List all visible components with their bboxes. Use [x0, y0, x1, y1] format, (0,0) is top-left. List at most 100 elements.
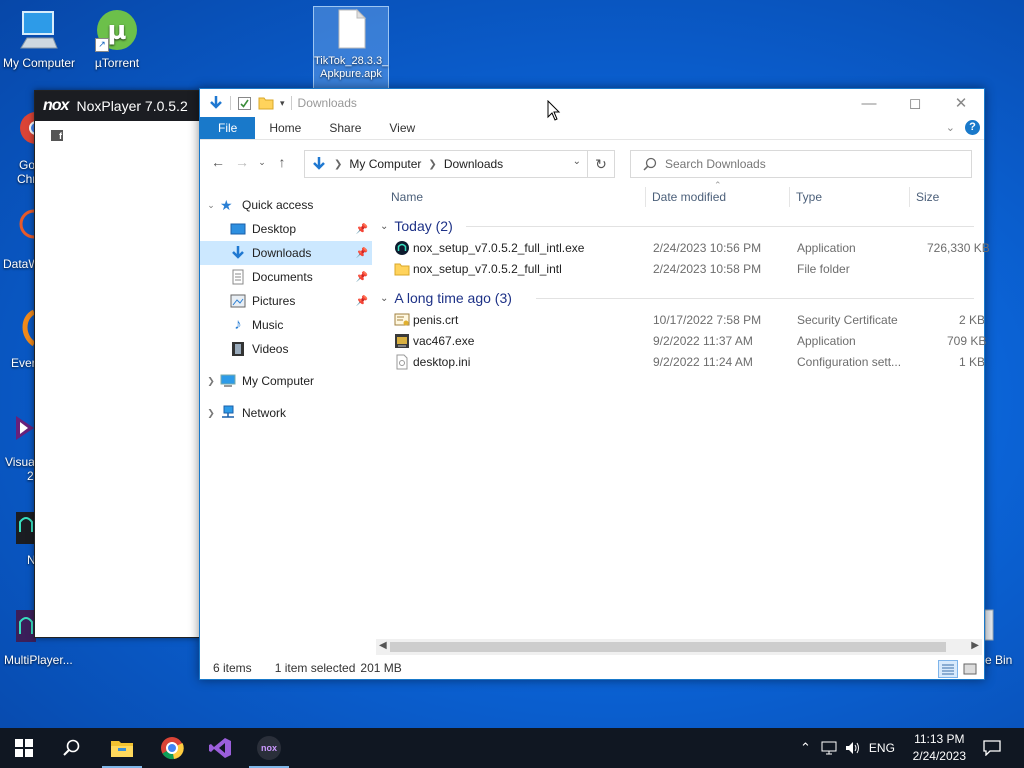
show-hidden-icons-icon[interactable]: ⌃	[800, 740, 811, 756]
nav-pictures[interactable]: Pictures 📌	[200, 289, 372, 313]
pin-icon[interactable]: 📌	[356, 224, 368, 235]
close-button[interactable]: ✕	[938, 89, 984, 117]
nav-downloads[interactable]: Downloads 📌	[200, 241, 372, 265]
forward-button[interactable]: →	[230, 154, 254, 170]
details-view-icon	[942, 664, 954, 675]
tab-share[interactable]: Share	[315, 117, 375, 139]
desktop-icon-multiplayer[interactable]	[14, 606, 38, 649]
file-row[interactable]: nox_setup_v7.0.5.2_full_intl.exe 2/24/20…	[376, 238, 990, 259]
status-selection-size: 201 MB	[360, 661, 402, 675]
file-row[interactable]: desktop.ini 9/2/2022 11:24 AM Configurat…	[376, 352, 985, 373]
address-row: ← → ⌄ ↑ ❯ My Computer ❯ Downloads ⌄ ↻ Se…	[200, 140, 984, 184]
address-bar[interactable]: ❯ My Computer ❯ Downloads ⌄	[304, 150, 588, 178]
minimize-button[interactable]: —	[846, 89, 892, 117]
volume-icon[interactable]	[845, 741, 861, 755]
file-type: Configuration sett...	[797, 355, 902, 369]
column-name[interactable]: Name	[391, 190, 423, 204]
expand-ribbon-icon[interactable]: ⌄	[946, 121, 955, 134]
nav-my-computer[interactable]: ❯ My Computer	[200, 369, 372, 393]
file-type: Security Certificate	[797, 313, 898, 327]
details-view-button[interactable]	[938, 660, 958, 678]
maximize-button[interactable]: ◻	[892, 89, 938, 117]
expand-chevron-icon[interactable]: ⌄	[204, 200, 218, 211]
properties-icon[interactable]	[237, 96, 252, 111]
noxplayer-titlebar[interactable]: nox NoxPlayer 7.0.5.2	[35, 91, 201, 121]
search-placeholder: Search Downloads	[665, 157, 766, 171]
file-row[interactable]: vac467.exe 9/2/2022 11:37 AM Application…	[376, 331, 986, 352]
large-icons-view-button[interactable]	[960, 660, 980, 678]
scroll-right-arrow-icon[interactable]: ▶	[971, 640, 979, 651]
nav-music[interactable]: ♪ Music	[200, 313, 372, 337]
action-center-button[interactable]	[970, 728, 1014, 768]
taskbar-chrome[interactable]	[148, 728, 196, 768]
file-explorer-window[interactable]: ▾ Downloads — ◻ ✕ File Home Share View ⌄…	[199, 88, 990, 680]
column-divider[interactable]	[645, 187, 646, 207]
taskbar-nox[interactable]: nox	[245, 728, 293, 768]
back-button[interactable]: ←	[206, 154, 230, 170]
breadcrumb-chevron-icon[interactable]: ❯	[334, 159, 342, 170]
nav-documents[interactable]: Documents 📌	[200, 265, 372, 289]
new-folder-icon[interactable]	[258, 96, 274, 110]
desktop-icon-tiktok-apk[interactable]: TikTok_28.3.3_ Apkpure.apk	[313, 6, 389, 90]
nav-network[interactable]: ❯ Network	[200, 401, 372, 425]
tab-view[interactable]: View	[375, 117, 429, 139]
downloads-arrow-icon	[210, 96, 222, 109]
search-button[interactable]	[48, 728, 96, 768]
recent-locations-icon[interactable]: ⌄	[254, 157, 270, 168]
scroll-left-arrow-icon[interactable]: ◀	[379, 640, 387, 651]
pin-icon[interactable]: 📌	[356, 272, 368, 283]
column-type[interactable]: Type	[796, 190, 822, 204]
nav-quick-access[interactable]: ⌄ ★ Quick access	[200, 193, 372, 217]
qat-dropdown-icon[interactable]: ▾	[280, 98, 285, 109]
taskbar-visual-studio[interactable]	[196, 728, 244, 768]
horizontal-scrollbar[interactable]: ◀ ▶	[376, 639, 982, 655]
nav-desktop[interactable]: Desktop 📌	[200, 217, 372, 241]
pin-icon[interactable]: 📌	[356, 248, 368, 259]
collapse-chevron-icon[interactable]: ⌄	[380, 221, 388, 232]
nav-label: Quick access	[242, 198, 314, 212]
language-indicator[interactable]: ENG	[869, 741, 895, 755]
scrollbar-thumb[interactable]	[390, 642, 946, 652]
desktop-icon-recycle-bin[interactable]	[984, 608, 997, 647]
tab-home[interactable]: Home	[255, 117, 315, 139]
nav-videos[interactable]: Videos	[200, 337, 372, 361]
tab-file[interactable]: File	[200, 117, 256, 139]
pin-icon[interactable]: 📌	[356, 296, 368, 307]
executable-icon	[395, 334, 409, 348]
address-dropdown-icon[interactable]: ⌄	[573, 156, 581, 167]
desktop-icon-data[interactable]	[14, 208, 49, 251]
column-divider[interactable]	[909, 187, 910, 207]
clock-time: 11:13 PM	[914, 732, 965, 746]
desktop-icon-utorrent[interactable]: µ ↗ µTorrent	[78, 8, 156, 70]
explorer-titlebar[interactable]: ▾ Downloads — ◻ ✕	[200, 89, 984, 117]
group-header-today[interactable]: ⌄ Today (2)	[376, 214, 982, 238]
clock[interactable]: 11:13 PM 2/24/2023	[913, 731, 966, 765]
search-input[interactable]: Search Downloads	[630, 150, 972, 178]
collapse-chevron-icon[interactable]: ⌄	[380, 293, 388, 304]
breadcrumb-my-computer[interactable]: My Computer	[349, 157, 421, 171]
column-date-modified[interactable]: Date modified	[652, 190, 726, 204]
column-divider[interactable]	[789, 187, 790, 207]
desktop-icon-visual-studio[interactable]	[14, 410, 36, 453]
network-icon[interactable]	[821, 741, 837, 755]
facebook-icon[interactable]: f	[51, 130, 63, 141]
file-row[interactable]: penis.crt 10/17/2022 7:58 PM Security Ce…	[376, 310, 985, 331]
help-icon[interactable]: ?	[965, 120, 980, 135]
nav-label: Desktop	[252, 222, 297, 236]
file-date: 2/24/2023 10:58 PM	[653, 262, 762, 276]
up-button[interactable]: ↑	[270, 154, 294, 170]
noxplayer-window[interactable]: nox NoxPlayer 7.0.5.2 f	[34, 90, 202, 638]
taskbar-file-explorer[interactable]	[98, 728, 146, 768]
group-header-older[interactable]: ⌄ A long time ago (3)	[376, 286, 982, 310]
breadcrumb-downloads[interactable]: Downloads	[444, 157, 503, 171]
breadcrumb-chevron-icon[interactable]: ❯	[428, 159, 436, 170]
desktop-icon-my-computer[interactable]: My Computer	[0, 8, 78, 70]
desktop-icon-nox[interactable]	[14, 508, 38, 551]
file-date: 2/24/2023 10:56 PM	[653, 241, 762, 255]
expand-chevron-icon[interactable]: ❯	[204, 408, 218, 419]
refresh-button[interactable]: ↻	[588, 150, 615, 178]
expand-chevron-icon[interactable]: ❯	[204, 376, 218, 387]
column-size[interactable]: Size	[916, 190, 939, 204]
file-row[interactable]: nox_setup_v7.0.5.2_full_intl 2/24/2023 1…	[376, 259, 982, 280]
start-button[interactable]	[0, 728, 48, 768]
